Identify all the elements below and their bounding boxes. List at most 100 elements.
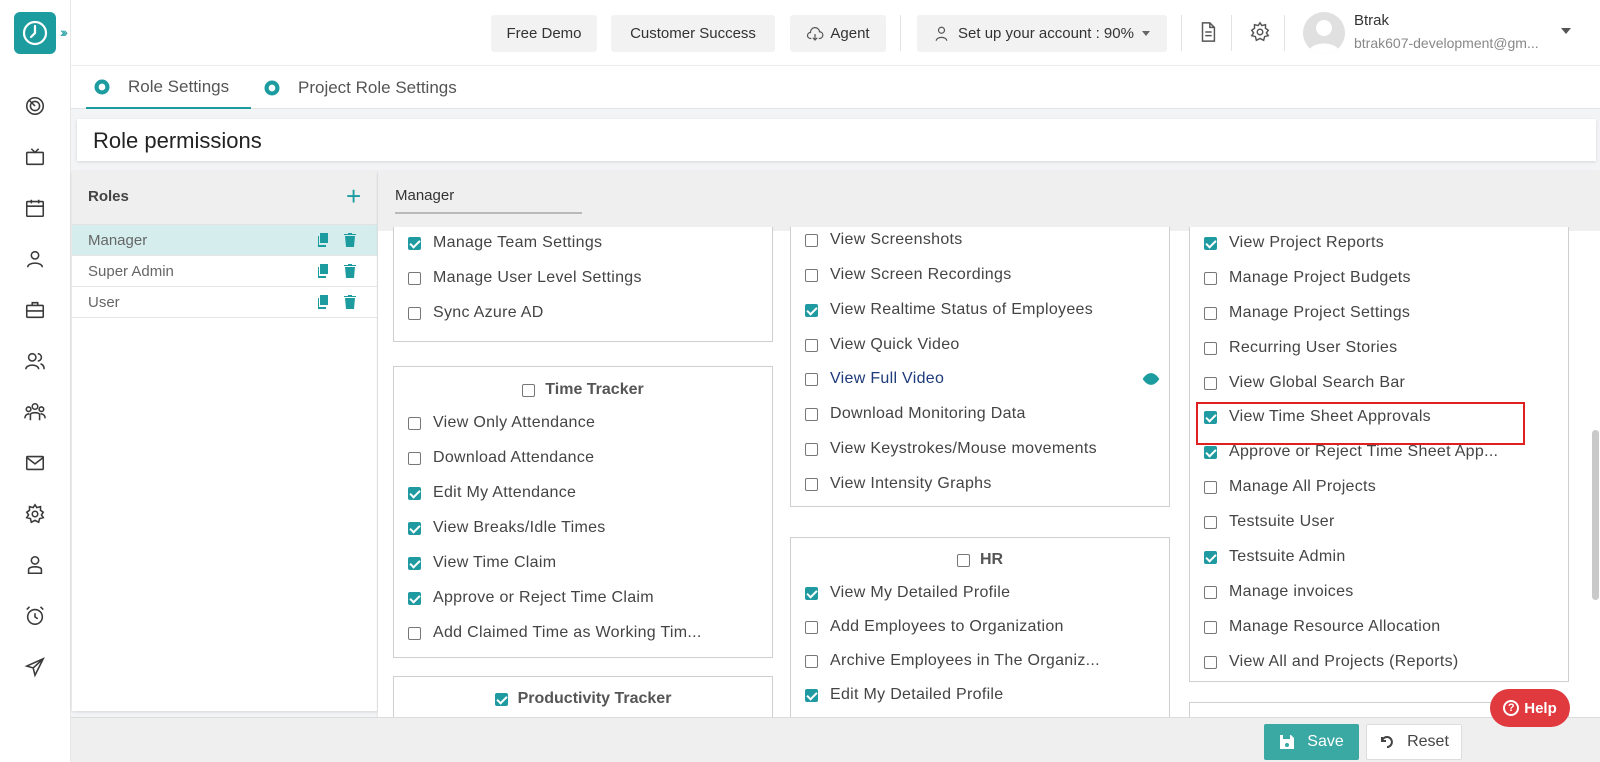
permission-item[interactable]: View My Detailed Profile	[805, 582, 1010, 604]
permission-item[interactable]: View Screenshots	[805, 229, 963, 251]
calendar-icon[interactable]	[23, 196, 47, 220]
alarm-icon[interactable]	[23, 604, 47, 628]
copy-icon[interactable]	[316, 294, 332, 310]
checkbox[interactable]	[805, 407, 818, 421]
checkbox[interactable]	[1204, 341, 1217, 355]
checkbox[interactable]	[805, 477, 818, 491]
checkbox[interactable]	[408, 416, 421, 430]
permission-item[interactable]: Manage Resource Allocation	[1204, 616, 1440, 638]
delete-icon[interactable]	[342, 263, 358, 279]
settings-icon[interactable]	[23, 502, 47, 526]
checkbox[interactable]	[1204, 620, 1217, 634]
permission-item[interactable]: Manage User Level Settings	[408, 267, 642, 289]
permission-item[interactable]: Edit My Detailed Profile	[805, 684, 1004, 706]
copy-icon[interactable]	[316, 263, 332, 279]
checkbox[interactable]	[1204, 236, 1217, 250]
checkbox[interactable]	[408, 556, 421, 570]
permission-item[interactable]: View Realtime Status of Employees	[805, 299, 1093, 321]
permission-item[interactable]: Download Monitoring Data	[805, 403, 1026, 425]
reset-button[interactable]: Reset	[1366, 724, 1462, 760]
permission-item[interactable]: Manage All Projects	[1204, 476, 1376, 498]
checkbox[interactable]	[408, 236, 421, 250]
permission-item[interactable]: View Time Claim	[408, 552, 556, 574]
checkbox[interactable]	[408, 521, 421, 535]
role-item-super-admin[interactable]: Super Admin	[72, 256, 377, 287]
checkbox[interactable]	[805, 338, 818, 352]
permission-item[interactable]: View Global Search Bar	[1204, 372, 1405, 394]
permission-item[interactable]: View Full Video	[805, 368, 944, 390]
checkbox[interactable]	[805, 654, 818, 668]
checkbox[interactable]	[805, 233, 818, 247]
permission-item[interactable]: Download Attendance	[408, 447, 594, 469]
customer-success-button[interactable]: Customer Success	[611, 15, 775, 52]
checkbox[interactable]	[805, 372, 818, 386]
productivity-tracker-title[interactable]: Productivity Tracker	[394, 690, 772, 708]
checkbox[interactable]	[1204, 445, 1217, 459]
agent-button[interactable]: Agent	[790, 15, 886, 52]
checkbox[interactable]	[805, 442, 818, 456]
user-menu-caret-icon[interactable]	[1561, 28, 1571, 34]
mail-icon[interactable]	[23, 451, 47, 475]
permission-item[interactable]: Edit My Attendance	[408, 482, 576, 504]
checkbox[interactable]	[1204, 376, 1217, 390]
permission-item[interactable]: Archive Employees in The Organiz...	[805, 650, 1100, 672]
checkbox[interactable]	[522, 383, 536, 397]
checkbox[interactable]	[1204, 271, 1217, 285]
permission-item[interactable]: Sync Azure AD	[408, 302, 544, 324]
checkbox[interactable]	[408, 271, 421, 285]
checkbox[interactable]	[1204, 585, 1217, 599]
permission-item[interactable]: View Keystrokes/Mouse movements	[805, 438, 1097, 460]
role-item-manager[interactable]: Manager	[72, 225, 377, 256]
checkbox[interactable]	[956, 553, 970, 567]
send-icon[interactable]	[23, 655, 47, 679]
copy-icon[interactable]	[316, 232, 332, 248]
permission-item[interactable]: Testsuite Admin	[1204, 546, 1346, 568]
avatar[interactable]	[1303, 12, 1345, 54]
permission-item[interactable]: Add Employees to Organization	[805, 616, 1064, 638]
delete-icon[interactable]	[342, 294, 358, 310]
users-icon[interactable]	[23, 349, 47, 373]
setup-account-dropdown[interactable]: Set up your account : 90%	[917, 15, 1167, 52]
time-tracker-title[interactable]: Time Tracker	[394, 381, 772, 399]
checkbox[interactable]	[408, 451, 421, 465]
briefcase-icon[interactable]	[23, 298, 47, 322]
eye-icon[interactable]	[1141, 368, 1161, 390]
permission-item[interactable]: Approve or Reject Time Claim	[408, 587, 654, 609]
permission-item[interactable]: View Screen Recordings	[805, 264, 1012, 286]
checkbox[interactable]	[805, 303, 818, 317]
permission-item[interactable]: Add Claimed Time as Working Tim...	[408, 622, 702, 644]
permission-item[interactable]: View Only Attendance	[408, 412, 595, 434]
checkbox[interactable]	[805, 586, 818, 600]
checkbox[interactable]	[1204, 480, 1217, 494]
checkbox[interactable]	[1204, 655, 1217, 669]
permission-item[interactable]: View Quick Video	[805, 334, 960, 356]
checkbox[interactable]	[408, 486, 421, 500]
team-icon[interactable]	[23, 400, 47, 424]
checkbox[interactable]	[805, 268, 818, 282]
delete-icon[interactable]	[342, 232, 358, 248]
tv-icon[interactable]	[23, 145, 47, 169]
user-icon[interactable]	[23, 247, 47, 271]
permission-item[interactable]: Manage Project Settings	[1204, 302, 1410, 324]
permission-item[interactable]: Manage invoices	[1204, 581, 1354, 603]
hr-title[interactable]: HR	[791, 551, 1169, 569]
free-demo-button[interactable]: Free Demo	[491, 15, 597, 52]
permission-item[interactable]: View Project Reports	[1204, 232, 1384, 254]
tab-project-role-settings[interactable]: Project Role Settings	[262, 66, 482, 109]
checkbox[interactable]	[805, 688, 818, 702]
checkbox[interactable]	[1204, 306, 1217, 320]
permission-item[interactable]: View All and Projects (Reports)	[1204, 651, 1459, 673]
checkbox[interactable]	[408, 306, 421, 320]
dashboard-icon[interactable]	[23, 94, 47, 118]
profile-badge-icon[interactable]	[23, 553, 47, 577]
permission-item[interactable]: View Breaks/Idle Times	[408, 517, 606, 539]
permission-item[interactable]: View Intensity Graphs	[805, 473, 992, 495]
checkbox[interactable]	[1204, 550, 1217, 564]
checkbox[interactable]	[408, 591, 421, 605]
permission-item[interactable]: Manage Project Budgets	[1204, 267, 1411, 289]
permission-item[interactable]: Testsuite User	[1204, 511, 1335, 533]
scrollbar-thumb[interactable]	[1592, 430, 1599, 600]
gear-icon[interactable]	[1249, 21, 1273, 45]
add-role-button[interactable]: +	[346, 181, 361, 212]
document-icon[interactable]	[1197, 21, 1221, 45]
